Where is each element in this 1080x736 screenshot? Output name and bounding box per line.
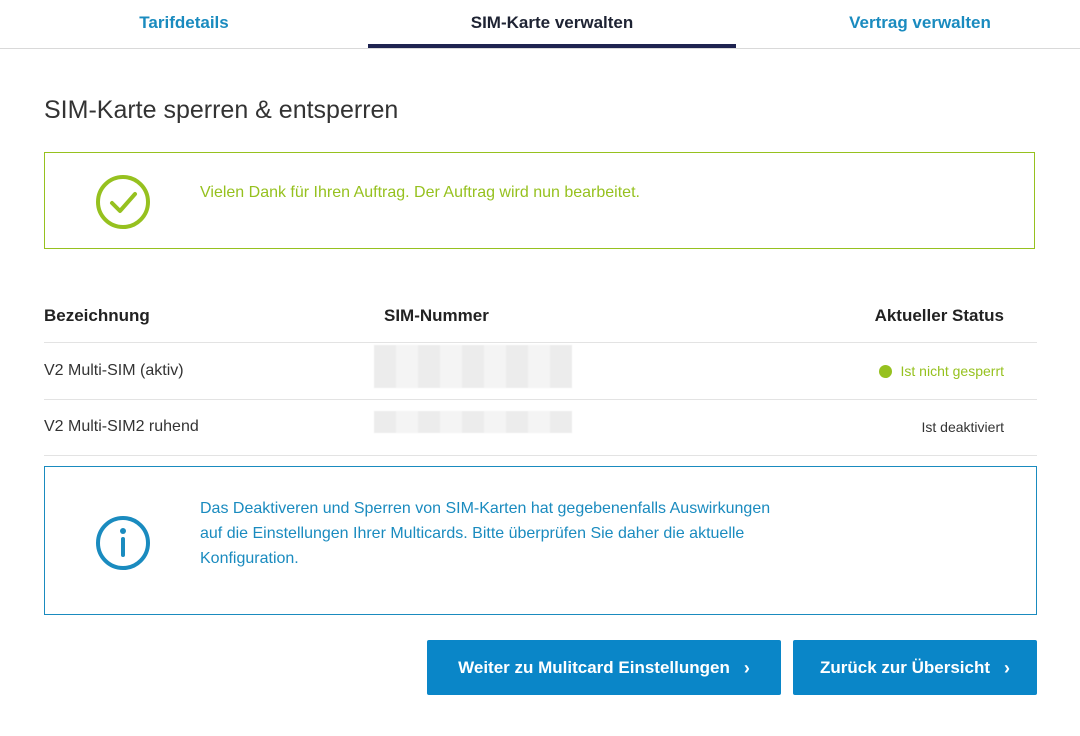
- table-row: V2 Multi-SIM (aktiv) Ist nicht gesperrt: [44, 343, 1037, 400]
- info-message-text: Das Deaktiveren und Sperren von SIM-Kart…: [200, 496, 840, 571]
- info-circle-icon: [96, 516, 150, 570]
- sim-name: V2 Multi-SIM2 ruhend: [44, 418, 199, 435]
- chevron-right-icon: ›: [1004, 657, 1011, 678]
- column-header-status: Aktueller Status: [874, 306, 1004, 325]
- sim-status: Ist nicht gesperrt: [878, 363, 1005, 379]
- sim-name: V2 Multi-SIM (aktiv): [44, 362, 184, 379]
- multicard-settings-button[interactable]: Weiter zu Mulitcard Einstellungen ›: [427, 640, 781, 695]
- success-message-text: Vielen Dank für Ihren Auftrag. Der Auftr…: [200, 184, 640, 201]
- back-to-overview-label: Zurück zur Übersicht: [819, 657, 991, 677]
- success-message-box: Vielen Dank für Ihren Auftrag. Der Auftr…: [44, 152, 1035, 249]
- back-to-overview-button[interactable]: Zurück zur Übersicht ›: [793, 640, 1037, 695]
- sim-status-text: Ist nicht gesperrt: [900, 363, 1005, 379]
- sim-status-text: Ist deaktiviert: [921, 419, 1004, 435]
- column-header-sim-nummer: SIM-Nummer: [384, 306, 489, 325]
- info-line: auf die Einstellungen Ihrer Multicards. …: [200, 525, 745, 542]
- sim-status: Ist deaktiviert: [922, 419, 1004, 435]
- active-tab-indicator: [368, 44, 736, 48]
- info-line: Konfiguration.: [200, 550, 299, 567]
- table-row: V2 Multi-SIM2 ruhend Ist deaktiviert: [44, 399, 1037, 456]
- info-message-box: Das Deaktiveren und Sperren von SIM-Kart…: [44, 466, 1037, 615]
- chevron-right-icon: ›: [743, 657, 750, 678]
- status-dot-icon: [878, 365, 892, 378]
- tab-vertrag-verwalten[interactable]: Vertrag verwalten: [736, 0, 1080, 48]
- sim-number-redacted: [374, 345, 572, 388]
- tab-bar: Tarifdetails SIM-Karte verwalten Vertrag…: [0, 0, 1080, 49]
- page-title: SIM-Karte sperren & entsperren: [44, 96, 399, 124]
- table-header: Bezeichnung SIM-Nummer Aktueller Status: [44, 290, 1037, 343]
- info-line: Das Deaktiveren und Sperren von SIM-Kart…: [200, 500, 771, 517]
- checkmark-circle-icon: [96, 175, 150, 229]
- tab-tarifdetails[interactable]: Tarifdetails: [0, 0, 368, 48]
- sim-number-redacted: [374, 411, 572, 433]
- tab-sim-karte-verwalten[interactable]: SIM-Karte verwalten: [368, 0, 736, 48]
- column-header-bezeichnung: Bezeichnung: [44, 306, 150, 325]
- multicard-settings-label: Weiter zu Mulitcard Einstellungen: [458, 657, 730, 677]
